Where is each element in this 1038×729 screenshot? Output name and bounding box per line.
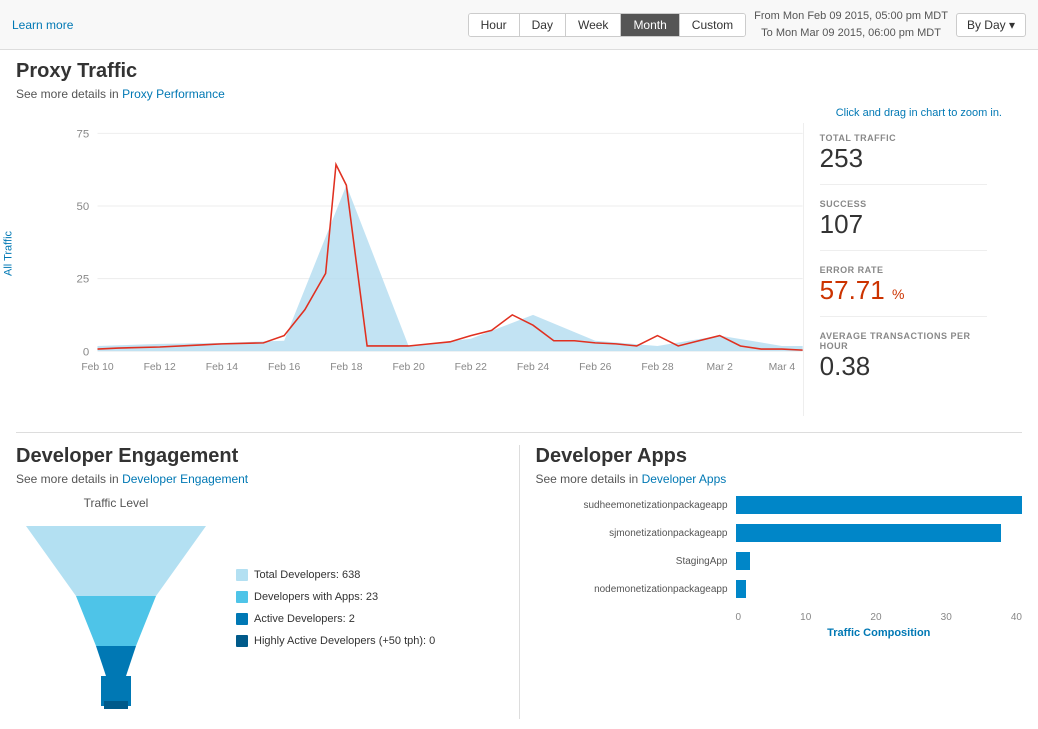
proxy-traffic-title: Proxy Traffic [16, 60, 1022, 83]
success-value: 107 [820, 209, 987, 240]
legend-color-0 [236, 569, 248, 581]
learn-more-link[interactable]: Learn more [12, 18, 73, 32]
time-controls: Hour Day Week Month Custom From Mon Feb … [468, 8, 1026, 41]
bar-axis-label: Traffic Composition [736, 627, 1023, 639]
svg-text:Feb 16: Feb 16 [268, 362, 300, 373]
svg-text:50: 50 [77, 201, 90, 213]
legend-item-3: Highly Active Developers (+50 tph): 0 [236, 630, 435, 652]
proxy-performance-link[interactable]: Proxy Performance [122, 87, 225, 101]
legend-label-2: Active Developers: 2 [254, 608, 355, 630]
traffic-container: All Traffic 75 50 25 0 [16, 123, 1022, 416]
funnel-area: Traffic Level [16, 496, 503, 719]
svg-text:Feb 20: Feb 20 [392, 362, 424, 373]
proxy-traffic-section: Proxy Traffic See more details in Proxy … [16, 60, 1022, 416]
svg-text:Feb 14: Feb 14 [206, 362, 238, 373]
stats-panel: TOTAL TRAFFIC 253 SUCCESS 107 ERROR RATE… [803, 123, 1003, 416]
bar-fill-2 [736, 552, 750, 570]
bar-bg-2 [736, 552, 1023, 570]
total-traffic-label: TOTAL TRAFFIC [820, 133, 987, 143]
chart-hint: Click and drag in chart to zoom in. [16, 107, 1022, 119]
total-traffic-block: TOTAL TRAFFIC 253 [820, 133, 987, 185]
dev-engagement-title: Developer Engagement [16, 445, 503, 468]
date-range: From Mon Feb 09 2015, 05:00 pm MDT To Mo… [754, 8, 948, 41]
legend-color-2 [236, 613, 248, 625]
bar-row-1: sjmonetizationpackageapp [536, 524, 1023, 542]
chart-area[interactable]: 75 50 25 0 Feb 10 Feb 12 Feb 14 Feb 16 [56, 123, 803, 403]
chart-wrapper: All Traffic 75 50 25 0 [16, 123, 803, 416]
funnel-chart [16, 516, 216, 716]
proxy-traffic-subtitle: See more details in Proxy Performance [16, 87, 1022, 101]
legend-label-3: Highly Active Developers (+50 tph): 0 [254, 630, 435, 652]
bar-row-0: sudheemonetizationpackageapp [536, 496, 1023, 514]
avg-transactions-value: 0.38 [820, 351, 987, 382]
svg-text:25: 25 [77, 274, 90, 286]
by-day-button[interactable]: By Day ▾ [956, 13, 1026, 37]
svg-text:Feb 24: Feb 24 [517, 362, 549, 373]
svg-text:Feb 18: Feb 18 [330, 362, 362, 373]
bar-bg-1 [736, 524, 1023, 542]
legend-color-1 [236, 591, 248, 603]
developer-engagement-section: Developer Engagement See more details in… [16, 445, 520, 719]
legend-item-1: Developers with Apps: 23 [236, 586, 435, 608]
svg-text:Mar 2: Mar 2 [706, 362, 733, 373]
legend-label-0: Total Developers: 638 [254, 564, 360, 586]
bar-label-1: sjmonetizationpackageapp [536, 528, 736, 539]
bar-row-2: StagingApp [536, 552, 1023, 570]
bar-bg-3 [736, 580, 1023, 598]
axis-labels: 010203040 [736, 612, 1023, 623]
bar-label-0: sudheemonetizationpackageapp [536, 500, 736, 511]
dev-apps-title: Developer Apps [536, 445, 1023, 468]
bottom-sections: Developer Engagement See more details in… [16, 432, 1022, 719]
hour-button[interactable]: Hour [469, 14, 520, 36]
developer-apps-section: Developer Apps See more details in Devel… [520, 445, 1023, 719]
developer-engagement-link[interactable]: Developer Engagement [122, 472, 248, 486]
svg-text:Feb 10: Feb 10 [81, 362, 113, 373]
y-axis-label: All Traffic [3, 230, 15, 275]
bar-label-2: StagingApp [536, 556, 736, 567]
error-rate-label: ERROR RATE [820, 265, 987, 275]
bar-fill-0 [736, 496, 1023, 514]
error-rate-value: 57.71 % [820, 275, 987, 306]
bar-fill-3 [736, 580, 747, 598]
bar-row-3: nodemonetizationpackageapp [536, 580, 1023, 598]
error-rate-block: ERROR RATE 57.71 % [820, 265, 987, 317]
svg-text:Feb 12: Feb 12 [144, 362, 176, 373]
legend-item-0: Total Developers: 638 [236, 564, 435, 586]
legend-color-3 [236, 635, 248, 647]
svg-text:75: 75 [77, 129, 90, 141]
avg-transactions-label: AVERAGE TRANSACTIONS PER HOUR [820, 331, 987, 351]
time-btn-group: Hour Day Week Month Custom [468, 13, 747, 37]
legend-label-1: Developers with Apps: 23 [254, 586, 378, 608]
bar-bg-0 [736, 496, 1023, 514]
success-label: SUCCESS [820, 199, 987, 209]
svg-text:Feb 26: Feb 26 [579, 362, 611, 373]
month-button[interactable]: Month [621, 14, 679, 36]
dev-apps-subtitle: See more details in Developer Apps [536, 472, 1023, 486]
custom-button[interactable]: Custom [680, 14, 745, 36]
legend-item-2: Active Developers: 2 [236, 608, 435, 630]
bar-label-3: nodemonetizationpackageapp [536, 584, 736, 595]
bar-chart-area: sudheemonetizationpackageapp sjmonetizat… [536, 496, 1023, 639]
svg-text:0: 0 [83, 346, 89, 358]
week-button[interactable]: Week [566, 14, 621, 36]
day-button[interactable]: Day [520, 14, 566, 36]
funnel-container: Traffic Level [16, 496, 216, 719]
bar-fill-1 [736, 524, 1001, 542]
success-block: SUCCESS 107 [820, 199, 987, 251]
bar-axis: 010203040 [736, 608, 1023, 623]
svg-text:Mar 4: Mar 4 [769, 362, 796, 373]
top-bar: Learn more Hour Day Week Month Custom Fr… [0, 0, 1038, 50]
funnel-label: Traffic Level [16, 496, 216, 510]
svg-text:Feb 22: Feb 22 [455, 362, 487, 373]
developer-apps-link[interactable]: Developer Apps [642, 472, 727, 486]
svg-text:Feb 28: Feb 28 [641, 362, 673, 373]
main-content: Proxy Traffic See more details in Proxy … [0, 50, 1038, 729]
dev-engagement-subtitle: See more details in Developer Engagement [16, 472, 503, 486]
total-traffic-value: 253 [820, 143, 987, 174]
funnel-legend: Total Developers: 638 Developers with Ap… [236, 564, 435, 652]
avg-transactions-block: AVERAGE TRANSACTIONS PER HOUR 0.38 [820, 331, 987, 392]
